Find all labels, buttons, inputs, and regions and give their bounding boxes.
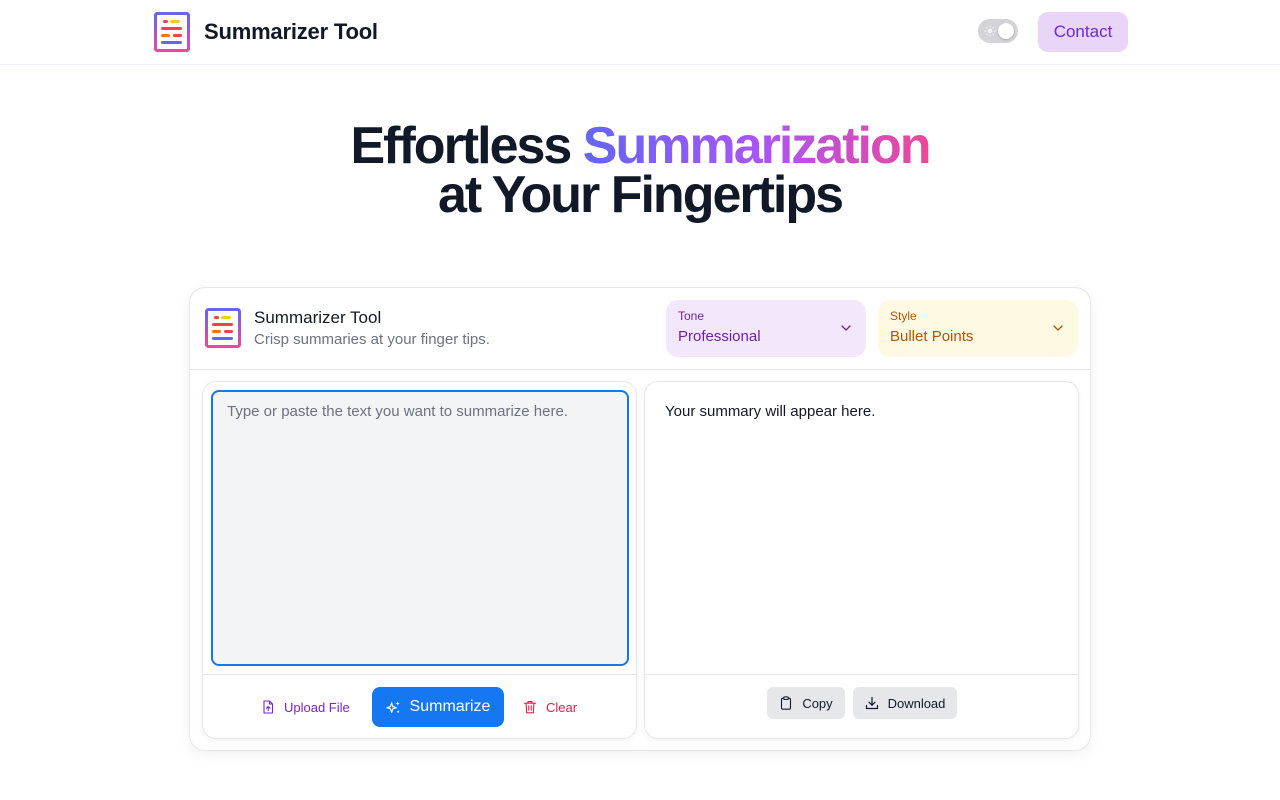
clear-button[interactable]: Clear <box>523 695 577 719</box>
download-icon <box>865 696 878 710</box>
card-logo-icon <box>205 308 241 348</box>
divider <box>645 674 1078 675</box>
copy-label: Copy <box>802 695 833 711</box>
download-button[interactable]: Download <box>853 687 957 719</box>
text-input[interactable] <box>211 390 629 666</box>
hero-heading: Effortless Summarization at Your Fingert… <box>0 120 1280 221</box>
copy-button[interactable]: Copy <box>767 687 845 719</box>
input-panel: Upload File Summarize Clear <box>202 381 637 739</box>
tone-select[interactable]: Tone Professional <box>666 300 866 357</box>
card-title: Summarizer Tool <box>254 308 382 327</box>
tone-label: Tone <box>678 309 705 323</box>
brand-logo-icon <box>154 12 190 52</box>
hero-line2: at Your Fingertips <box>437 166 844 224</box>
theme-toggle[interactable] <box>978 19 1018 43</box>
clipboard-icon <box>781 696 792 710</box>
sparkles-icon <box>385 700 400 713</box>
contact-button[interactable]: Contact <box>1038 12 1128 52</box>
file-upload-icon <box>263 700 274 714</box>
summary-output: Your summary will appear here. <box>665 403 876 420</box>
tone-value: Professional <box>678 328 761 345</box>
style-value: Bullet Points <box>890 328 974 345</box>
download-label: Download <box>887 695 946 711</box>
output-panel: Your summary will appear here. Copy Down… <box>644 381 1079 739</box>
summarize-button[interactable]: Summarize <box>372 687 504 727</box>
toggle-knob <box>998 23 1014 39</box>
style-label: Style <box>890 309 917 323</box>
top-navbar: Summarizer Tool Contact <box>0 0 1280 65</box>
summarizer-card: Summarizer Tool Crisp summaries at your … <box>189 287 1091 751</box>
brand-title: Summarizer Tool <box>204 19 378 44</box>
divider <box>203 674 636 675</box>
clear-label: Clear <box>546 699 578 715</box>
trash-icon <box>523 701 537 714</box>
summarize-label: Summarize <box>409 698 491 715</box>
card-subtitle: Crisp summaries at your finger tips. <box>254 331 490 348</box>
style-select[interactable]: Style Bullet Points <box>878 300 1078 357</box>
sun-icon <box>984 25 996 37</box>
chevron-down-icon <box>841 325 851 331</box>
card-header: Summarizer Tool Crisp summaries at your … <box>190 288 1090 370</box>
upload-file-label: Upload File <box>284 699 350 715</box>
brand[interactable]: Summarizer Tool <box>154 12 378 52</box>
upload-file-button[interactable]: Upload File <box>261 695 350 719</box>
chevron-down-icon <box>1053 325 1063 331</box>
